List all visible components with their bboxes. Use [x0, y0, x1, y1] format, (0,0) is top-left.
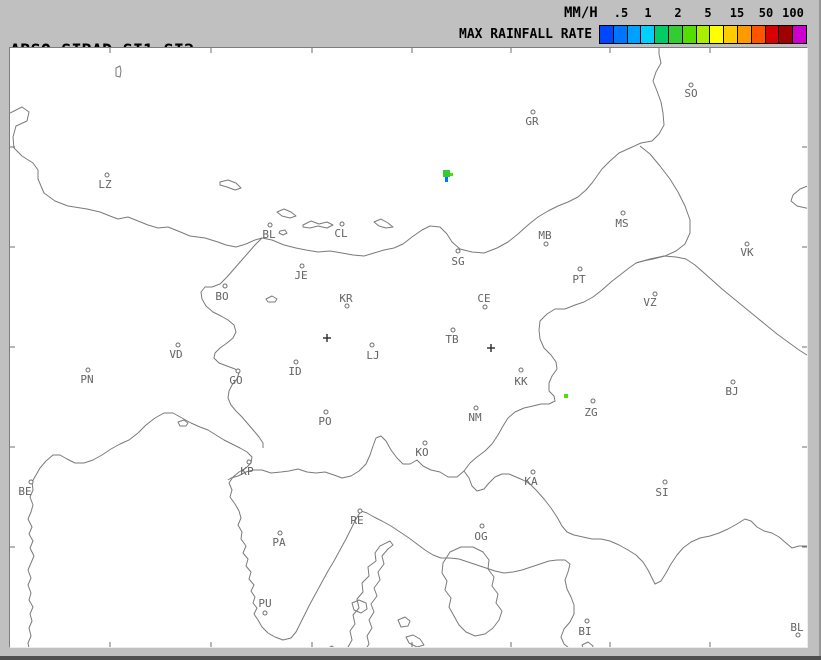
legend-scale-value: 5 — [704, 6, 711, 20]
station-marker — [474, 406, 478, 410]
station-marker — [263, 611, 267, 615]
station-marker — [236, 369, 240, 373]
station-marker — [796, 633, 800, 637]
islet-1 — [352, 600, 367, 613]
slovenia-croatia-border — [228, 263, 636, 480]
ridge-4 — [374, 219, 393, 228]
croatia-bosnia-border — [464, 471, 807, 584]
color-bar-cell — [710, 26, 723, 43]
color-bar-cell — [683, 26, 696, 43]
legend-scale-value: 1 — [644, 6, 651, 20]
color-bar-cell — [766, 26, 779, 43]
color-bar-cell — [655, 26, 668, 43]
hungary-croatia-border — [636, 256, 807, 364]
color-bar-cell — [752, 26, 765, 43]
station-marker — [585, 619, 589, 623]
station-marker — [731, 380, 735, 384]
station-marker — [578, 267, 582, 271]
radar-app-window: ARSO SIRAD SI1 SI2 2025-10-16 18:45 UTC … — [0, 0, 821, 660]
italy-coast — [28, 433, 138, 647]
station-marker — [483, 305, 487, 309]
station-marker — [456, 249, 460, 253]
station-marker — [745, 242, 749, 246]
station-marker — [105, 173, 109, 177]
legend-scale-value: 100 — [782, 6, 804, 20]
station-marker — [86, 368, 90, 372]
color-bar-cell — [600, 26, 613, 43]
lake-1 — [279, 230, 287, 235]
station-marker — [340, 222, 344, 226]
legend-scale-value: .5 — [614, 6, 628, 20]
color-bar-cell — [628, 26, 641, 43]
station-marker — [247, 460, 251, 464]
hungary-slovenia-border — [636, 146, 690, 263]
island-cres — [348, 541, 393, 647]
lake-3 — [116, 66, 121, 77]
island-krk — [442, 547, 502, 636]
station-marker — [653, 292, 657, 296]
station-marker — [480, 524, 484, 528]
station-marker — [451, 328, 455, 332]
station-marker — [663, 480, 667, 484]
station-marker — [370, 343, 374, 347]
window-bottom-edge — [0, 656, 821, 660]
station-marker — [621, 211, 625, 215]
legend-scale-value: 15 — [730, 6, 744, 20]
ridge-3 — [303, 221, 333, 228]
color-bar-cell — [697, 26, 710, 43]
station-marker — [268, 223, 272, 227]
map-panel: LZSOGRBLCLMSMBVKSGJEPTBOVZCEKRTBLJVDPNID… — [9, 47, 808, 648]
color-bar — [599, 25, 807, 44]
legend-title: MAX RAINFALL RATE — [459, 27, 592, 42]
color-bar-cell — [641, 26, 654, 43]
station-marker — [29, 480, 33, 484]
color-bar-cell — [738, 26, 751, 43]
islet-3 — [406, 635, 424, 647]
station-marker — [423, 441, 427, 445]
alps-ridge-border — [10, 107, 602, 256]
ridge-2 — [277, 209, 296, 218]
italy-slovenia-border — [201, 238, 263, 448]
legend-scale-value: 2 — [674, 6, 681, 20]
station-marker — [358, 509, 362, 513]
legend-unit-label: MM/H — [564, 5, 598, 21]
station-marker — [300, 264, 304, 268]
right-edge-river — [791, 182, 807, 211]
color-bar-cell — [779, 26, 792, 43]
lake-2 — [266, 296, 277, 302]
ridge-1 — [220, 180, 241, 190]
islet-2 — [398, 617, 410, 627]
station-marker — [519, 368, 523, 372]
austria-hungary-border — [602, 48, 664, 169]
color-bar-cell — [793, 26, 806, 43]
station-marker — [223, 284, 227, 288]
color-bar-cell — [724, 26, 737, 43]
legend-scale-value: 50 — [759, 6, 773, 20]
islet-4 — [582, 642, 593, 647]
station-marker — [294, 360, 298, 364]
station-marker — [278, 531, 282, 535]
station-marker — [544, 242, 548, 246]
station-marker — [689, 83, 693, 87]
color-bar-cell — [669, 26, 682, 43]
station-marker — [531, 470, 535, 474]
station-marker — [345, 304, 349, 308]
station-marker — [324, 410, 328, 414]
map-vector-layer — [10, 48, 807, 647]
color-bar-cell — [614, 26, 627, 43]
station-marker — [531, 110, 535, 114]
islet-5 — [326, 646, 337, 647]
station-marker — [591, 399, 595, 403]
station-marker — [176, 343, 180, 347]
